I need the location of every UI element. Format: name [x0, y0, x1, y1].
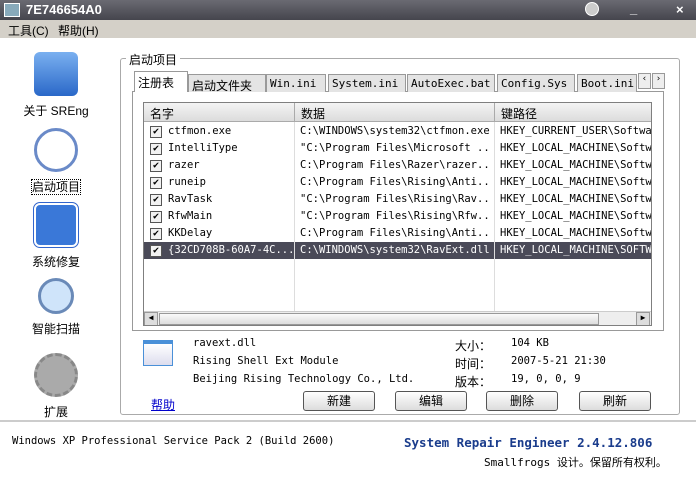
cell-path: HKEY_LOCAL_MACHINE\SOFTWA — [500, 244, 652, 256]
refresh-button[interactable]: 刷新 — [579, 391, 651, 411]
cell-name: RfwMain — [168, 210, 213, 222]
size-label: 大小： — [455, 339, 492, 353]
window-title: 7E746654A0 — [26, 2, 102, 17]
row-checkbox[interactable]: ✔ — [150, 177, 162, 189]
tab-scroll-left-button[interactable]: ‹ — [638, 73, 651, 89]
tab-registry[interactable]: 注册表 — [134, 71, 188, 92]
menu-help[interactable]: 帮助(H) — [58, 22, 99, 39]
status-footer: Windows XP Professional Service Pack 2 (… — [0, 420, 696, 479]
sidebar-item-extend[interactable]: 扩展 — [0, 353, 112, 420]
cell-path: HKEY_LOCAL_MACHINE\Softwa — [500, 159, 652, 171]
menu-bar: 工具(C) 帮助(H) — [0, 20, 696, 38]
cell-name: ctfmon.exe — [168, 125, 232, 137]
sidebar: 关于 SREng 启动项目 系统修复 智能扫描 扩展 — [0, 38, 112, 420]
credit-text: Smallfrogs 设计。保留所有权利。 — [484, 456, 667, 469]
file-version: 19, 0, 0, 9 — [511, 373, 581, 385]
os-info: Windows XP Professional Service Pack 2 (… — [12, 435, 335, 447]
close-button[interactable]: × — [676, 2, 684, 17]
table-row[interactable]: ✔ RfwMain "C:\Program Files\Rising\Rfw..… — [144, 208, 652, 225]
cell-data: "C:\Program Files\Rising\Rfw... — [300, 210, 492, 222]
sidebar-item-startup[interactable]: 启动项目 — [0, 128, 112, 195]
tab-boot-ini[interactable]: Boot.ini — [577, 74, 637, 92]
cell-name: runeip — [168, 176, 206, 188]
minimize-button[interactable]: _ — [630, 1, 637, 16]
file-name: ravext.dll — [193, 337, 257, 349]
cell-name: RavTask — [168, 193, 213, 205]
cell-name: razer — [168, 159, 200, 171]
column-path[interactable]: 键路径 — [495, 103, 651, 122]
menu-tools[interactable]: 工具(C) — [8, 22, 49, 39]
sidebar-item-about[interactable]: 关于 SREng — [0, 52, 112, 119]
cell-data: C:\WINDOWS\system32\ctfmon.exe — [300, 125, 490, 137]
table-row[interactable]: ✔ ctfmon.exe C:\WINDOWS\system32\ctfmon.… — [144, 123, 652, 140]
pin-icon[interactable] — [585, 2, 599, 16]
table-row[interactable]: ✔ razer C:\Program Files\Razer\razer... … — [144, 157, 652, 174]
cell-path: HKEY_CURRENT_USER\Softwar — [500, 125, 652, 137]
scroll-right-arrow[interactable]: ▶ — [636, 312, 650, 325]
table-row[interactable]: ✔ runeip C:\Program Files\Rising\Anti...… — [144, 174, 652, 191]
new-button[interactable]: 新建 — [303, 391, 375, 411]
table-row[interactable]: ✔ IntelliType "C:\Program Files\Microsof… — [144, 140, 652, 157]
file-company: Beijing Rising Technology Co., Ltd. — [193, 373, 415, 385]
cell-path: HKEY_LOCAL_MACHINE\Softwa — [500, 227, 652, 239]
cell-name: IntelliType — [168, 142, 238, 154]
scroll-left-arrow[interactable]: ◀ — [144, 312, 158, 325]
file-description: Rising Shell Ext Module — [193, 355, 339, 367]
tab-startup-folder[interactable]: 启动文件夹 — [188, 74, 266, 92]
title-bar: 7E746654A0 _ × — [0, 0, 696, 20]
help-link[interactable]: 帮助 — [151, 396, 175, 413]
tab-win-ini[interactable]: Win.ini — [266, 74, 326, 92]
cell-path: HKEY_LOCAL_MACHINE\Softwa — [500, 210, 652, 222]
cell-path: HKEY_LOCAL_MACHINE\Softwa — [500, 176, 652, 188]
row-checkbox[interactable]: ✔ — [150, 143, 162, 155]
row-checkbox[interactable]: ✔ — [150, 126, 162, 138]
app-icon — [4, 3, 20, 17]
file-time: 2007-5-21 21:30 — [511, 355, 606, 367]
edit-button[interactable]: 编辑 — [395, 391, 467, 411]
column-name[interactable]: 名字 — [144, 103, 295, 122]
horizontal-scrollbar[interactable]: ◀ ▶ — [144, 311, 651, 325]
cell-data: "C:\Program Files\Rising\Rav... — [300, 193, 492, 205]
row-checkbox[interactable]: ✔ — [150, 245, 162, 257]
tab-system-ini[interactable]: System.ini — [328, 74, 406, 92]
time-label: 时间： — [455, 357, 492, 371]
tools-icon — [34, 52, 78, 96]
tab-scroll-right-button[interactable]: › — [652, 73, 665, 89]
cell-data: C:\Program Files\Rising\Anti... — [300, 227, 492, 239]
column-data[interactable]: 数据 — [295, 103, 495, 122]
cell-data: C:\Program Files\Rising\Anti... — [300, 176, 492, 188]
tab-config-sys[interactable]: Config.Sys — [497, 74, 575, 92]
tab-autoexec[interactable]: AutoExec.bat — [407, 74, 495, 92]
table-row[interactable]: ✔ RavTask "C:\Program Files\Rising\Rav..… — [144, 191, 652, 208]
startup-list[interactable]: 名字 数据 键路径 ✔ ctfmon.exe C:\WINDOWS\system… — [143, 102, 652, 326]
cell-path: HKEY_LOCAL_MACHINE\Softwa — [500, 142, 652, 154]
gear-plus-icon — [34, 353, 78, 397]
sidebar-item-repair[interactable]: 系统修复 — [0, 202, 112, 270]
clock-icon — [34, 128, 78, 172]
file-icon — [143, 340, 173, 366]
cell-name: {32CD708B-60A7-4C... — [168, 244, 292, 256]
delete-button[interactable]: 删除 — [486, 391, 558, 411]
row-checkbox[interactable]: ✔ — [150, 160, 162, 172]
product-name: System Repair Engineer 2.4.12.806 — [404, 435, 653, 450]
row-checkbox[interactable]: ✔ — [150, 228, 162, 240]
table-row[interactable]: ✔ KKDelay C:\Program Files\Rising\Anti..… — [144, 225, 652, 242]
group-title: 启动项目 — [126, 51, 181, 68]
checklist-icon — [33, 202, 79, 248]
row-checkbox[interactable]: ✔ — [150, 194, 162, 206]
cell-data: C:\Program Files\Razer\razer... — [300, 159, 492, 171]
cell-path: HKEY_LOCAL_MACHINE\Softwa — [500, 193, 652, 205]
version-label: 版本： — [455, 375, 492, 389]
cell-name: KKDelay — [168, 227, 213, 239]
file-size: 104 KB — [511, 337, 549, 349]
magnifier-icon — [38, 278, 74, 314]
row-checkbox[interactable]: ✔ — [150, 211, 162, 223]
sidebar-item-scan[interactable]: 智能扫描 — [0, 278, 112, 337]
scroll-thumb[interactable] — [159, 313, 599, 325]
cell-data: "C:\Program Files\Microsoft ... — [300, 142, 492, 154]
table-row[interactable]: ✔ {32CD708B-60A7-4C... C:\WINDOWS\system… — [144, 242, 652, 259]
cell-data: C:\WINDOWS\system32\RavExt.dll — [300, 244, 490, 256]
